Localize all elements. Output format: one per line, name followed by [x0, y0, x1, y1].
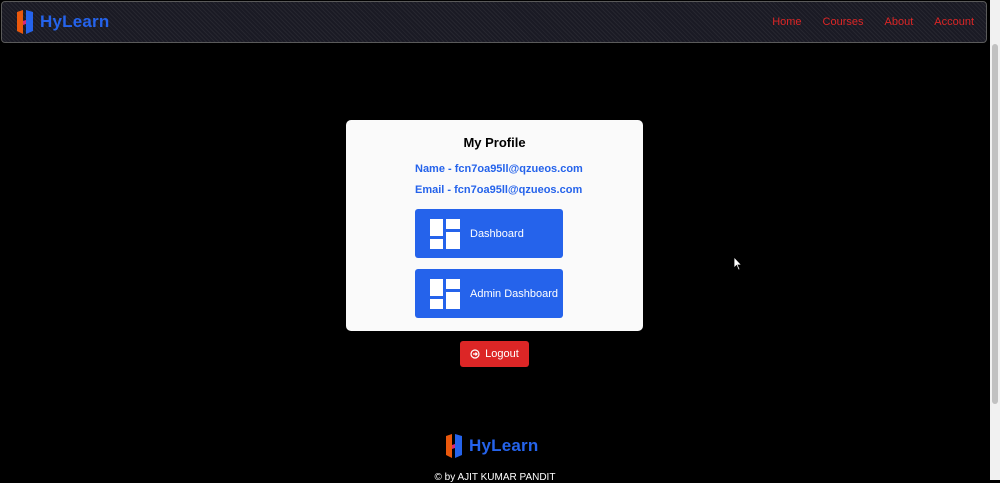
- logout-icon: [470, 349, 480, 359]
- top-navbar: HyLearn Home Courses About Account: [1, 1, 987, 43]
- profile-email: Email - fcn7oa95ll@qzueos.com: [415, 184, 583, 196]
- nav-courses-link[interactable]: Courses: [823, 16, 864, 28]
- brand-name: HyLearn: [40, 12, 110, 31]
- hylearn-logo-icon: [446, 434, 462, 458]
- scrollbar-thumb[interactable]: [992, 44, 998, 404]
- admin-dashboard-label: Admin Dashboard: [470, 287, 559, 300]
- admin-dashboard-button[interactable]: Admin Dashboard: [415, 269, 563, 318]
- dashboard-icon: [430, 278, 460, 309]
- nav-links: Home Courses About Account: [751, 16, 974, 28]
- brand-logo[interactable]: HyLearn: [14, 9, 109, 35]
- profile-name: Name - fcn7oa95ll@qzueos.com: [415, 163, 583, 175]
- page-scrollbar[interactable]: [990, 0, 1000, 480]
- logout-button[interactable]: Logout: [460, 341, 529, 367]
- mouse-cursor-icon: [733, 256, 743, 271]
- nav-about-link[interactable]: About: [885, 16, 914, 28]
- hylearn-logo-icon: [17, 10, 33, 34]
- footer-credit: © by AJIT KUMAR PANDIT: [434, 472, 556, 483]
- dashboard-label: Dashboard: [470, 227, 524, 240]
- profile-title: My Profile: [463, 135, 526, 150]
- dashboard-icon: [430, 218, 460, 249]
- nav-account-link[interactable]: Account: [934, 16, 974, 28]
- nav-home-link[interactable]: Home: [772, 16, 801, 28]
- footer-brand-name: HyLearn: [469, 436, 539, 455]
- logout-label: Logout: [485, 348, 519, 360]
- footer-brand-logo[interactable]: HyLearn: [443, 433, 538, 459]
- profile-card: My Profile Name - fcn7oa95ll@qzueos.com …: [346, 120, 643, 331]
- dashboard-button[interactable]: Dashboard: [415, 209, 563, 258]
